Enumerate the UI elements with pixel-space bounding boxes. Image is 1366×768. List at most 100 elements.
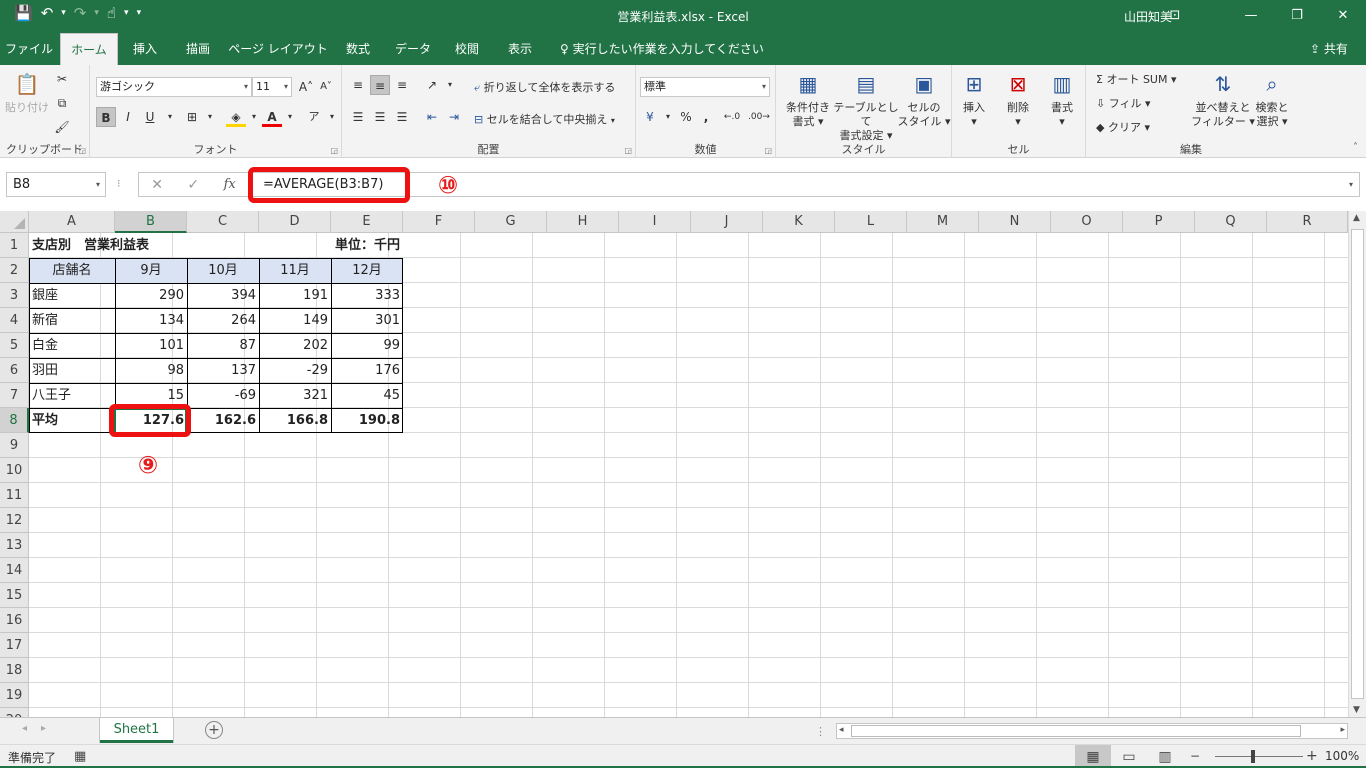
dialog-launcher-icon[interactable]: ◲: [330, 146, 338, 155]
chevron-down-icon[interactable]: ▾: [280, 107, 300, 127]
number-format-select[interactable]: 標準 ▾: [640, 77, 770, 97]
cell-D8[interactable]: 166.8: [259, 408, 331, 433]
tab-page-layout[interactable]: ページ レイアウト: [225, 33, 331, 65]
cell-C7[interactable]: -69: [187, 383, 259, 408]
cell-E5[interactable]: 99: [331, 333, 403, 358]
chevron-down-icon[interactable]: ▾: [160, 107, 180, 127]
decrease-decimal-button[interactable]: .00→: [746, 107, 772, 127]
align-top-icon[interactable]: ≡: [348, 75, 368, 95]
select-all-button[interactable]: [0, 211, 29, 233]
tab-view[interactable]: 表示: [495, 33, 545, 65]
column-header-K[interactable]: K: [763, 211, 835, 233]
row-header-5[interactable]: 5: [0, 333, 29, 358]
clear-button[interactable]: ◆ クリア ▾: [1096, 119, 1150, 135]
zoom-slider-track[interactable]: [1215, 756, 1303, 757]
cell-C4[interactable]: 264: [187, 308, 259, 333]
minimize-button[interactable]: —: [1228, 0, 1274, 33]
row-header-7[interactable]: 7: [0, 383, 29, 408]
sheet-nav-arrows-icon[interactable]: ◂▸: [22, 723, 60, 734]
cell-E6[interactable]: 176: [331, 358, 403, 383]
font-name-select[interactable]: 游ゴシック ▾: [96, 77, 252, 97]
column-header-A[interactable]: A: [29, 211, 115, 233]
phonetic-icon[interactable]: ア: [304, 107, 324, 127]
row-header-3[interactable]: 3: [0, 283, 29, 308]
tab-split-handle-icon[interactable]: ⋮: [815, 725, 826, 738]
insert-function-icon[interactable]: fx: [224, 177, 236, 192]
row-header-6[interactable]: 6: [0, 358, 29, 383]
orientation-icon[interactable]: ↗: [422, 75, 442, 95]
row-header-17[interactable]: 17: [0, 633, 29, 658]
bold-button[interactable]: B: [96, 107, 116, 127]
paste-button[interactable]: 📋 貼り付け: [0, 69, 54, 115]
tab-draw[interactable]: 描画: [173, 33, 223, 65]
font-size-select[interactable]: 11 ▾: [252, 77, 292, 97]
macro-record-icon[interactable]: ▦: [74, 749, 86, 764]
column-header-J[interactable]: J: [691, 211, 763, 233]
column-header-R[interactable]: R: [1267, 211, 1348, 233]
align-left-icon[interactable]: ☰: [348, 107, 368, 127]
cancel-icon[interactable]: ✕: [151, 177, 163, 193]
cell-D5[interactable]: 202: [259, 333, 331, 358]
wrap-text-button[interactable]: ⤶ 折り返して全体を表示する: [474, 79, 615, 95]
cell-B2[interactable]: 9月: [115, 258, 187, 283]
cell-D3[interactable]: 191: [259, 283, 331, 308]
cell-A7[interactable]: 八王子: [29, 383, 115, 408]
row-header-20[interactable]: 20: [0, 708, 29, 717]
formula-input[interactable]: =AVERAGE(B3:B7) ▾: [248, 172, 1360, 197]
cell-A2[interactable]: 店舗名: [29, 258, 115, 283]
font-color-icon[interactable]: A: [262, 107, 282, 127]
increase-font-icon[interactable]: A˄: [296, 77, 316, 97]
share-button[interactable]: ⇪ 共有: [1310, 33, 1348, 65]
close-button[interactable]: ✕: [1320, 0, 1366, 33]
column-header-M[interactable]: M: [907, 211, 979, 233]
merge-center-button[interactable]: ⊟ セルを結合して中央揃え ▾: [474, 111, 615, 127]
scroll-up-icon[interactable]: ▲: [1353, 213, 1360, 223]
cell-C5[interactable]: 87: [187, 333, 259, 358]
format-cells-button[interactable]: ▥ 書式 ▾: [1036, 69, 1088, 129]
cell-B3[interactable]: 290: [115, 283, 187, 308]
page-layout-view-icon[interactable]: ▭: [1111, 745, 1147, 768]
tab-home[interactable]: ホーム: [60, 33, 118, 65]
cell-A4[interactable]: 新宿: [29, 308, 115, 333]
cell-B6[interactable]: 98: [115, 358, 187, 383]
column-header-Q[interactable]: Q: [1195, 211, 1267, 233]
row-header-9[interactable]: 9: [0, 433, 29, 458]
column-header-D[interactable]: D: [259, 211, 331, 233]
cell-D4[interactable]: 149: [259, 308, 331, 333]
borders-icon[interactable]: ⊞: [182, 107, 202, 127]
comma-style-button[interactable]: ,: [696, 107, 716, 127]
collapse-ribbon-icon[interactable]: ˄: [1353, 142, 1358, 153]
align-right-icon[interactable]: ☰: [392, 107, 412, 127]
chevron-down-icon[interactable]: ▾: [322, 107, 342, 127]
row-header-18[interactable]: 18: [0, 658, 29, 683]
chevron-down-icon[interactable]: ▾: [440, 75, 460, 95]
zoom-in-icon[interactable]: +: [1306, 748, 1318, 764]
column-header-F[interactable]: F: [403, 211, 475, 233]
cut-icon[interactable]: ✂: [52, 69, 72, 89]
zoom-slider-thumb[interactable]: [1251, 750, 1255, 763]
cell-A6[interactable]: 羽田: [29, 358, 115, 383]
row-header-14[interactable]: 14: [0, 558, 29, 583]
format-painter-icon[interactable]: 🖌: [52, 117, 72, 137]
chevron-down-icon[interactable]: ▾: [244, 107, 264, 127]
cell-D6[interactable]: -29: [259, 358, 331, 383]
cell-E8[interactable]: 190.8: [331, 408, 403, 433]
cell-C6[interactable]: 137: [187, 358, 259, 383]
vertical-scrollbar[interactable]: ▲ ▼: [1348, 211, 1366, 717]
copy-icon[interactable]: ⧉: [52, 93, 72, 113]
align-bottom-icon[interactable]: ≡: [392, 75, 412, 95]
cell-E4[interactable]: 301: [331, 308, 403, 333]
align-center-icon[interactable]: ☰: [370, 107, 390, 127]
format-as-table-button[interactable]: ▤ テーブルとして 書式設定 ▾: [832, 69, 900, 143]
formula-bar-grip-icon[interactable]: ⁝: [117, 177, 121, 190]
cell-E7[interactable]: 45: [331, 383, 403, 408]
row-header-16[interactable]: 16: [0, 608, 29, 633]
chevron-down-icon[interactable]: ▾: [200, 107, 220, 127]
scroll-left-icon[interactable]: ◂: [839, 725, 844, 735]
dialog-launcher-icon[interactable]: ◲: [764, 146, 772, 155]
row-header-10[interactable]: 10: [0, 458, 29, 483]
cell-A3[interactable]: 銀座: [29, 283, 115, 308]
scroll-right-icon[interactable]: ▸: [1340, 725, 1345, 735]
cell-A8[interactable]: 平均: [29, 408, 115, 433]
sheet-tab-sheet1[interactable]: Sheet1: [100, 718, 173, 743]
